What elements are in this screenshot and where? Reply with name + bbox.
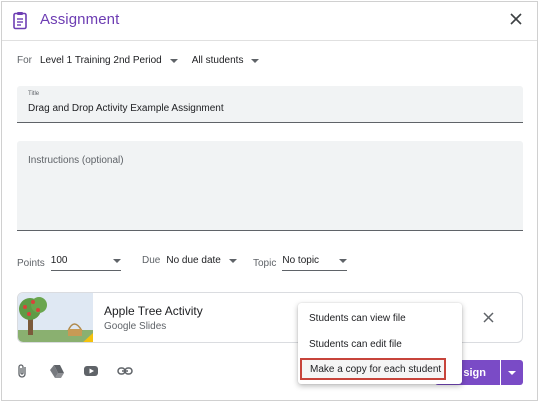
- topic-select[interactable]: No topic: [282, 255, 348, 271]
- students-select[interactable]: All students: [192, 55, 260, 66]
- share-options-menu: Students can view file Students can edit…: [298, 303, 462, 384]
- assign-button-label: sign: [463, 366, 486, 379]
- due-value: No due date: [166, 255, 221, 266]
- due-group: Due No due date: [142, 255, 237, 266]
- students-select-value: All students: [191, 55, 244, 66]
- points-select[interactable]: 100: [50, 255, 121, 271]
- topic-value: No topic: [282, 255, 320, 266]
- instructions-field[interactable]: Instructions (optional): [17, 141, 523, 231]
- points-label: Points: [17, 257, 45, 269]
- dialog-header: Assignment: [2, 2, 537, 41]
- menu-item-copy-each-student[interactable]: Make a copy for each student: [300, 358, 446, 380]
- for-row: For Level 1 Training 2nd Period All stud…: [17, 55, 273, 66]
- class-select-value: Level 1 Training 2nd Period: [40, 55, 162, 66]
- link-icon[interactable]: [117, 363, 133, 379]
- assignment-clipboard-icon: [13, 12, 27, 30]
- points-group: Points 100: [17, 255, 121, 271]
- youtube-icon[interactable]: [83, 363, 99, 379]
- paperclip-icon[interactable]: [15, 363, 31, 379]
- instructions-placeholder: Instructions (optional): [28, 155, 124, 166]
- title-field-value: Drag and Drop Activity Example Assignmen…: [28, 103, 224, 114]
- assign-options-button[interactable]: [501, 360, 523, 385]
- attachment-title[interactable]: Apple Tree Activity: [104, 304, 203, 318]
- chevron-down-icon: [251, 58, 260, 63]
- topic-label: Topic: [253, 257, 277, 269]
- slides-thumbnail: [18, 293, 93, 342]
- chevron-down-icon: [339, 258, 348, 263]
- topic-group: Topic No topic: [253, 255, 348, 271]
- due-label: Due: [142, 255, 161, 266]
- menu-item-edit-file[interactable]: Students can edit file: [298, 333, 462, 355]
- menu-item-view-file[interactable]: Students can view file: [298, 307, 462, 329]
- due-select[interactable]: No due date: [166, 255, 237, 266]
- chevron-down-icon: [508, 371, 516, 375]
- attachment-subtitle: Google Slides: [104, 321, 167, 332]
- chevron-down-icon: [228, 258, 237, 263]
- assignment-dialog: Assignment For Level 1 Training 2nd Peri…: [1, 1, 538, 401]
- google-drive-icon[interactable]: [49, 363, 65, 379]
- dialog-title: Assignment: [40, 11, 120, 28]
- chevron-down-icon: [169, 58, 178, 63]
- points-value: 100: [50, 255, 68, 266]
- title-field-label: Title: [28, 91, 40, 97]
- remove-attachment-icon[interactable]: [482, 311, 495, 324]
- title-field[interactable]: Title Drag and Drop Activity Example Ass…: [17, 86, 523, 123]
- close-icon[interactable]: [508, 11, 524, 27]
- chevron-down-icon: [112, 258, 121, 263]
- class-select[interactable]: Level 1 Training 2nd Period: [40, 55, 178, 66]
- for-label: For: [17, 55, 32, 66]
